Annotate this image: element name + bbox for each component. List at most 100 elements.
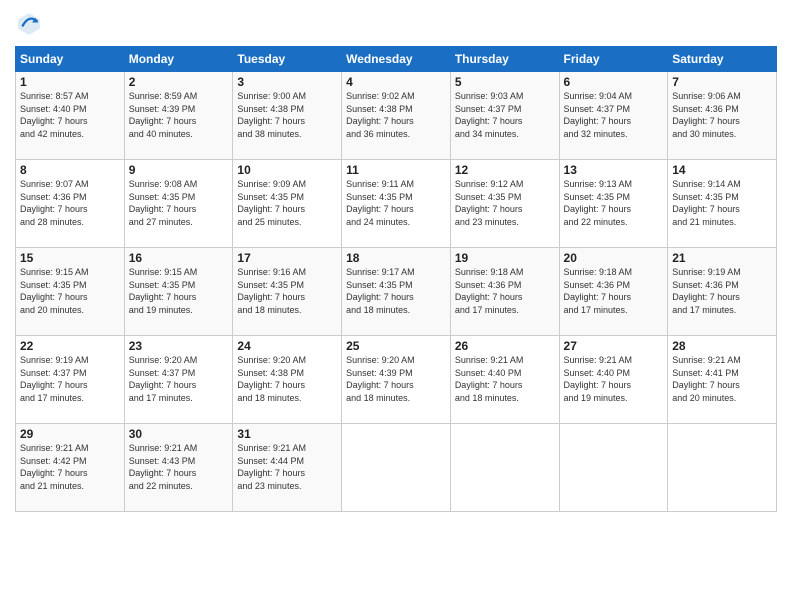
day-info: Sunrise: 9:08 AM Sunset: 4:35 PM Dayligh… (129, 178, 229, 228)
calendar-cell: 12 Sunrise: 9:12 AM Sunset: 4:35 PM Dayl… (450, 160, 559, 248)
day-number: 16 (129, 251, 229, 265)
calendar-cell (668, 424, 777, 512)
day-info: Sunrise: 9:14 AM Sunset: 4:35 PM Dayligh… (672, 178, 772, 228)
day-info: Sunrise: 9:20 AM Sunset: 4:38 PM Dayligh… (237, 354, 337, 404)
day-info: Sunrise: 9:21 AM Sunset: 4:44 PM Dayligh… (237, 442, 337, 492)
calendar-cell: 3 Sunrise: 9:00 AM Sunset: 4:38 PM Dayli… (233, 72, 342, 160)
day-info: Sunrise: 9:16 AM Sunset: 4:35 PM Dayligh… (237, 266, 337, 316)
calendar-week-1: 1 Sunrise: 8:57 AM Sunset: 4:40 PM Dayli… (16, 72, 777, 160)
calendar-cell: 24 Sunrise: 9:20 AM Sunset: 4:38 PM Dayl… (233, 336, 342, 424)
calendar-cell: 14 Sunrise: 9:14 AM Sunset: 4:35 PM Dayl… (668, 160, 777, 248)
day-info: Sunrise: 8:59 AM Sunset: 4:39 PM Dayligh… (129, 90, 229, 140)
calendar-cell: 22 Sunrise: 9:19 AM Sunset: 4:37 PM Dayl… (16, 336, 125, 424)
day-number: 5 (455, 75, 555, 89)
day-info: Sunrise: 9:12 AM Sunset: 4:35 PM Dayligh… (455, 178, 555, 228)
calendar-cell: 5 Sunrise: 9:03 AM Sunset: 4:37 PM Dayli… (450, 72, 559, 160)
calendar-cell: 9 Sunrise: 9:08 AM Sunset: 4:35 PM Dayli… (124, 160, 233, 248)
calendar-table: SundayMondayTuesdayWednesdayThursdayFrid… (15, 46, 777, 512)
calendar-header-sunday: Sunday (16, 47, 125, 72)
calendar-cell: 25 Sunrise: 9:20 AM Sunset: 4:39 PM Dayl… (342, 336, 451, 424)
calendar-week-3: 15 Sunrise: 9:15 AM Sunset: 4:35 PM Dayl… (16, 248, 777, 336)
day-number: 27 (564, 339, 664, 353)
day-info: Sunrise: 9:07 AM Sunset: 4:36 PM Dayligh… (20, 178, 120, 228)
calendar-cell: 18 Sunrise: 9:17 AM Sunset: 4:35 PM Dayl… (342, 248, 451, 336)
day-number: 21 (672, 251, 772, 265)
day-info: Sunrise: 9:15 AM Sunset: 4:35 PM Dayligh… (20, 266, 120, 316)
day-number: 4 (346, 75, 446, 89)
day-number: 22 (20, 339, 120, 353)
calendar-cell: 21 Sunrise: 9:19 AM Sunset: 4:36 PM Dayl… (668, 248, 777, 336)
day-number: 28 (672, 339, 772, 353)
logo-icon (15, 10, 43, 38)
calendar-cell: 8 Sunrise: 9:07 AM Sunset: 4:36 PM Dayli… (16, 160, 125, 248)
day-info: Sunrise: 9:02 AM Sunset: 4:38 PM Dayligh… (346, 90, 446, 140)
day-number: 18 (346, 251, 446, 265)
day-number: 8 (20, 163, 120, 177)
day-number: 31 (237, 427, 337, 441)
day-info: Sunrise: 8:57 AM Sunset: 4:40 PM Dayligh… (20, 90, 120, 140)
day-info: Sunrise: 9:21 AM Sunset: 4:40 PM Dayligh… (455, 354, 555, 404)
calendar-cell: 31 Sunrise: 9:21 AM Sunset: 4:44 PM Dayl… (233, 424, 342, 512)
day-number: 20 (564, 251, 664, 265)
logo (15, 10, 47, 38)
day-info: Sunrise: 9:04 AM Sunset: 4:37 PM Dayligh… (564, 90, 664, 140)
day-number: 23 (129, 339, 229, 353)
day-info: Sunrise: 9:20 AM Sunset: 4:37 PM Dayligh… (129, 354, 229, 404)
day-number: 13 (564, 163, 664, 177)
calendar-header-row: SundayMondayTuesdayWednesdayThursdayFrid… (16, 47, 777, 72)
day-number: 7 (672, 75, 772, 89)
day-info: Sunrise: 9:21 AM Sunset: 4:40 PM Dayligh… (564, 354, 664, 404)
calendar-cell: 10 Sunrise: 9:09 AM Sunset: 4:35 PM Dayl… (233, 160, 342, 248)
day-number: 15 (20, 251, 120, 265)
calendar-cell: 13 Sunrise: 9:13 AM Sunset: 4:35 PM Dayl… (559, 160, 668, 248)
page: SundayMondayTuesdayWednesdayThursdayFrid… (0, 0, 792, 612)
day-number: 2 (129, 75, 229, 89)
day-number: 9 (129, 163, 229, 177)
day-number: 25 (346, 339, 446, 353)
calendar-cell: 23 Sunrise: 9:20 AM Sunset: 4:37 PM Dayl… (124, 336, 233, 424)
day-number: 10 (237, 163, 337, 177)
day-number: 3 (237, 75, 337, 89)
calendar-header-friday: Friday (559, 47, 668, 72)
day-info: Sunrise: 9:20 AM Sunset: 4:39 PM Dayligh… (346, 354, 446, 404)
day-info: Sunrise: 9:09 AM Sunset: 4:35 PM Dayligh… (237, 178, 337, 228)
day-number: 26 (455, 339, 555, 353)
calendar-week-5: 29 Sunrise: 9:21 AM Sunset: 4:42 PM Dayl… (16, 424, 777, 512)
day-info: Sunrise: 9:19 AM Sunset: 4:36 PM Dayligh… (672, 266, 772, 316)
calendar-header-saturday: Saturday (668, 47, 777, 72)
day-info: Sunrise: 9:03 AM Sunset: 4:37 PM Dayligh… (455, 90, 555, 140)
day-number: 12 (455, 163, 555, 177)
day-info: Sunrise: 9:21 AM Sunset: 4:42 PM Dayligh… (20, 442, 120, 492)
calendar-cell: 19 Sunrise: 9:18 AM Sunset: 4:36 PM Dayl… (450, 248, 559, 336)
calendar-cell: 30 Sunrise: 9:21 AM Sunset: 4:43 PM Dayl… (124, 424, 233, 512)
calendar-cell: 29 Sunrise: 9:21 AM Sunset: 4:42 PM Dayl… (16, 424, 125, 512)
day-info: Sunrise: 9:00 AM Sunset: 4:38 PM Dayligh… (237, 90, 337, 140)
day-info: Sunrise: 9:06 AM Sunset: 4:36 PM Dayligh… (672, 90, 772, 140)
day-info: Sunrise: 9:11 AM Sunset: 4:35 PM Dayligh… (346, 178, 446, 228)
calendar-cell: 15 Sunrise: 9:15 AM Sunset: 4:35 PM Dayl… (16, 248, 125, 336)
calendar-cell: 27 Sunrise: 9:21 AM Sunset: 4:40 PM Dayl… (559, 336, 668, 424)
day-info: Sunrise: 9:21 AM Sunset: 4:41 PM Dayligh… (672, 354, 772, 404)
calendar-cell: 20 Sunrise: 9:18 AM Sunset: 4:36 PM Dayl… (559, 248, 668, 336)
calendar-cell (450, 424, 559, 512)
header (15, 10, 777, 38)
day-number: 1 (20, 75, 120, 89)
calendar-cell: 16 Sunrise: 9:15 AM Sunset: 4:35 PM Dayl… (124, 248, 233, 336)
calendar-header-thursday: Thursday (450, 47, 559, 72)
day-number: 14 (672, 163, 772, 177)
calendar-header-wednesday: Wednesday (342, 47, 451, 72)
day-number: 29 (20, 427, 120, 441)
calendar-week-4: 22 Sunrise: 9:19 AM Sunset: 4:37 PM Dayl… (16, 336, 777, 424)
calendar-header-monday: Monday (124, 47, 233, 72)
day-info: Sunrise: 9:15 AM Sunset: 4:35 PM Dayligh… (129, 266, 229, 316)
calendar-cell (559, 424, 668, 512)
calendar-cell (342, 424, 451, 512)
day-number: 30 (129, 427, 229, 441)
calendar-cell: 11 Sunrise: 9:11 AM Sunset: 4:35 PM Dayl… (342, 160, 451, 248)
day-info: Sunrise: 9:19 AM Sunset: 4:37 PM Dayligh… (20, 354, 120, 404)
day-number: 19 (455, 251, 555, 265)
calendar-cell: 28 Sunrise: 9:21 AM Sunset: 4:41 PM Dayl… (668, 336, 777, 424)
calendar-cell: 6 Sunrise: 9:04 AM Sunset: 4:37 PM Dayli… (559, 72, 668, 160)
calendar-cell: 1 Sunrise: 8:57 AM Sunset: 4:40 PM Dayli… (16, 72, 125, 160)
day-info: Sunrise: 9:13 AM Sunset: 4:35 PM Dayligh… (564, 178, 664, 228)
